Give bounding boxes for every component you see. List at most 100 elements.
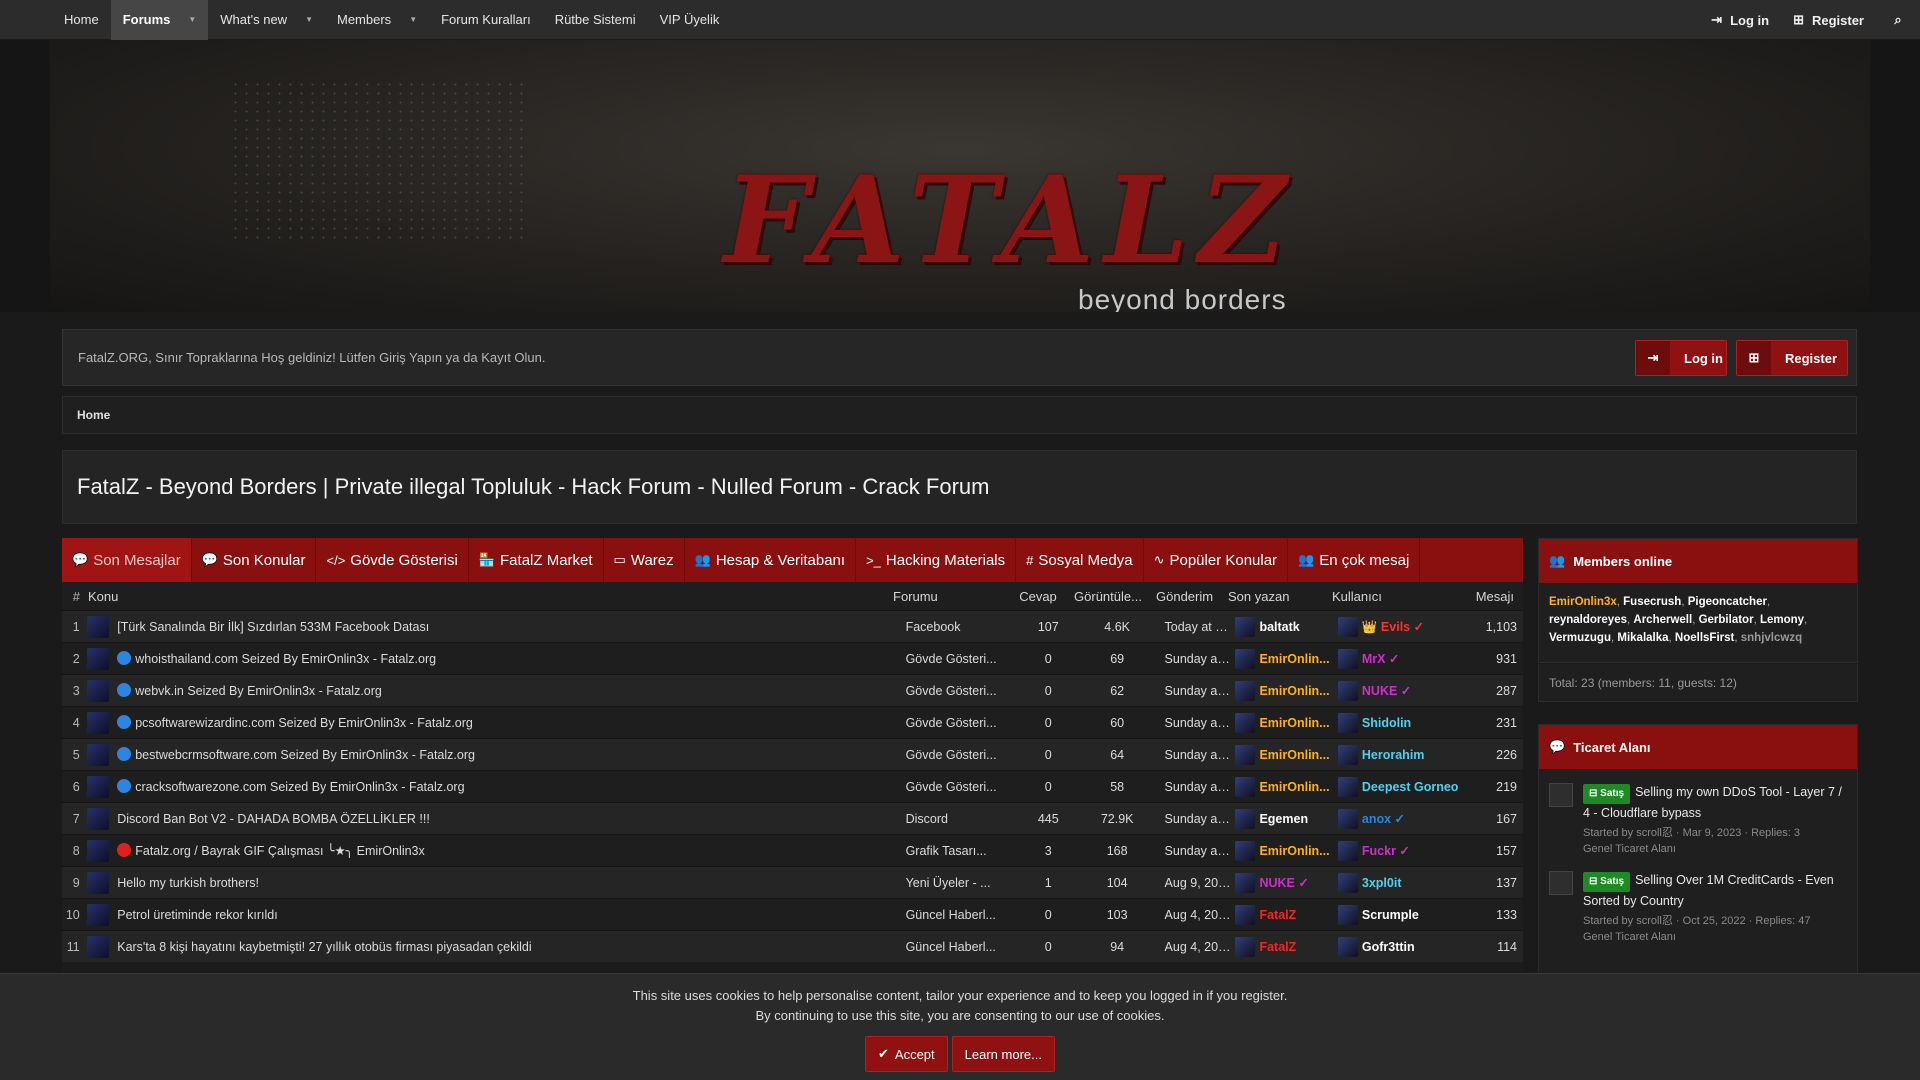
avatar[interactable] bbox=[87, 807, 110, 830]
col-forum[interactable]: Forumu bbox=[888, 589, 1008, 604]
nav-login-button[interactable]: ⇥ Log in bbox=[1699, 0, 1781, 40]
thread-forum[interactable]: Facebook bbox=[901, 620, 1019, 634]
trade-header[interactable]: 💬 Ticaret Alanı bbox=[1539, 725, 1857, 769]
avatar[interactable] bbox=[1235, 648, 1256, 669]
chevron-down-icon[interactable]: ▼ bbox=[188, 15, 196, 24]
avatar[interactable] bbox=[1235, 616, 1256, 637]
nav-item-4[interactable]: Forum Kuralları bbox=[429, 0, 543, 40]
table-row[interactable]: 5 bestwebcrmsoftware.com Seized By EmirOn… bbox=[62, 738, 1523, 770]
member-link[interactable]: EmirOnlin3x bbox=[1549, 596, 1617, 608]
last-poster[interactable]: Egemen bbox=[1231, 808, 1331, 829]
avatar[interactable] bbox=[87, 679, 110, 702]
table-row[interactable]: 3 webvk.in Seized By EmirOnlin3x - Fatalz… bbox=[62, 674, 1523, 706]
thread-title[interactable]: pcsoftwarewizardinc.com Seized By EmirOn… bbox=[113, 715, 900, 730]
nav-register-button[interactable]: ⊞ Register bbox=[1781, 0, 1876, 40]
top-user[interactable]: Shidolin bbox=[1332, 712, 1460, 733]
col-topic[interactable]: Konu bbox=[88, 589, 888, 604]
nav-item-2[interactable]: What's new ▼ bbox=[208, 0, 325, 40]
avatar[interactable] bbox=[1235, 744, 1256, 765]
avatar[interactable] bbox=[1337, 936, 1358, 957]
avatar[interactable] bbox=[1235, 680, 1256, 701]
table-row[interactable]: 9 Hello my turkish brothers! Yeni Üyeler -… bbox=[62, 866, 1523, 898]
thread-title[interactable]: whoisthailand.com Seized By EmirOnlin3x … bbox=[113, 651, 900, 666]
avatar[interactable] bbox=[1337, 872, 1358, 893]
avatar[interactable] bbox=[1235, 872, 1256, 893]
thread-title[interactable]: Fatalz.org / Bayrak GIF Çalışması ╰★╮ Em… bbox=[113, 843, 900, 858]
last-poster[interactable]: EmirOnlin... bbox=[1231, 680, 1331, 701]
tab-3[interactable]: 🏪 FatalZ Market bbox=[469, 538, 604, 582]
table-row[interactable]: 10 Petrol üretiminde rekor kırıldı Güncel … bbox=[62, 898, 1523, 930]
thread-forum[interactable]: Gövde Gösteri... bbox=[901, 780, 1019, 794]
avatar[interactable] bbox=[1337, 712, 1358, 733]
last-poster[interactable]: EmirOnlin... bbox=[1231, 840, 1331, 861]
thread-forum[interactable]: Güncel Haberl... bbox=[901, 908, 1019, 922]
trade-forum[interactable]: Genel Ticaret Alanı bbox=[1583, 841, 1847, 857]
member-link[interactable]: Mikalalka bbox=[1617, 632, 1668, 644]
avatar[interactable] bbox=[87, 647, 110, 670]
table-row[interactable]: 7 Discord Ban Bot V2 - DAHADA BOMBA ÖZELL… bbox=[62, 802, 1523, 834]
table-row[interactable]: 8 Fatalz.org / Bayrak GIF Çalışması ╰★╮ E… bbox=[62, 834, 1523, 866]
avatar[interactable] bbox=[87, 839, 110, 862]
last-poster[interactable]: baltatk bbox=[1231, 616, 1331, 637]
table-row[interactable]: 11 Kars'ta 8 kişi hayatını kaybetmişti! 2… bbox=[62, 930, 1523, 962]
avatar[interactable] bbox=[1235, 840, 1256, 861]
thread-forum[interactable]: Gövde Gösteri... bbox=[901, 684, 1019, 698]
avatar[interactable] bbox=[87, 775, 110, 798]
nav-item-1[interactable]: Forums ▼ bbox=[110, 0, 209, 40]
top-user[interactable]: Gofr3ttin bbox=[1332, 936, 1460, 957]
welcome-register-button[interactable]: ⊞ Register bbox=[1736, 340, 1848, 376]
col-msgs[interactable]: Mesajı bbox=[1456, 589, 1520, 604]
avatar[interactable] bbox=[87, 711, 110, 734]
nav-item-5[interactable]: Rütbe Sistemi bbox=[543, 0, 648, 40]
avatar[interactable] bbox=[1235, 808, 1256, 829]
thread-title[interactable]: Discord Ban Bot V2 - DAHADA BOMBA ÖZELLİ… bbox=[113, 812, 900, 826]
trade-forum[interactable]: Genel Ticaret Alanı bbox=[1583, 929, 1847, 945]
member-link[interactable]: Gerbilator bbox=[1699, 614, 1754, 626]
member-link[interactable]: NoellsFirst bbox=[1675, 632, 1734, 644]
tab-2[interactable]: </> Gövde Gösterisi bbox=[316, 538, 469, 582]
cookie-learn-more-button[interactable]: Learn more... bbox=[951, 1036, 1055, 1072]
top-user[interactable]: NUKE ✓ bbox=[1332, 680, 1460, 701]
tab-1[interactable]: 💬 Son Konular bbox=[192, 538, 317, 582]
members-online-header[interactable]: 👥 Members online bbox=[1539, 539, 1857, 583]
top-user[interactable]: Scrumple bbox=[1332, 904, 1460, 925]
avatar[interactable] bbox=[1235, 904, 1256, 925]
chevron-down-icon[interactable]: ▼ bbox=[409, 15, 417, 24]
thread-title[interactable]: Petrol üretiminde rekor kırıldı bbox=[113, 908, 900, 922]
tab-9[interactable]: 👥 En çok mesaj bbox=[1288, 538, 1421, 582]
trade-title[interactable]: ⊟ Satış Selling Over 1M CreditCards - Eve… bbox=[1583, 871, 1847, 910]
top-user[interactable]: MrX ✓ bbox=[1332, 648, 1460, 669]
thread-forum[interactable]: Discord bbox=[901, 812, 1019, 826]
thread-forum[interactable]: Gövde Gösteri... bbox=[901, 716, 1019, 730]
top-user[interactable]: 👑 Evils ✓ bbox=[1332, 616, 1460, 637]
avatar[interactable] bbox=[1337, 904, 1358, 925]
avatar[interactable] bbox=[1337, 776, 1358, 797]
tab-5[interactable]: 👥 Hesap & Veritabanı bbox=[685, 538, 857, 582]
post-date[interactable]: Sunday at ... bbox=[1157, 844, 1232, 858]
thread-title[interactable]: Kars'ta 8 kişi hayatını kaybetmişti! 27 … bbox=[113, 940, 900, 954]
thread-title[interactable]: cracksoftwarezone.com Seized By EmirOnli… bbox=[113, 779, 900, 794]
avatar[interactable] bbox=[1549, 783, 1573, 807]
top-user[interactable]: Herorahim bbox=[1332, 744, 1460, 765]
thread-forum[interactable]: Güncel Haberl... bbox=[901, 940, 1019, 954]
thread-forum[interactable]: Gövde Gösteri... bbox=[901, 748, 1019, 762]
avatar[interactable] bbox=[87, 935, 110, 958]
avatar[interactable] bbox=[87, 871, 110, 894]
avatar[interactable] bbox=[1549, 871, 1573, 895]
post-date[interactable]: Aug 4, 2023 bbox=[1157, 908, 1232, 922]
member-link[interactable]: Lemony bbox=[1760, 614, 1804, 626]
last-poster[interactable]: EmirOnlin... bbox=[1231, 744, 1331, 765]
top-user[interactable]: Fuckr ✓ bbox=[1332, 840, 1460, 861]
col-last[interactable]: Son yazan bbox=[1224, 589, 1326, 604]
trade-item[interactable]: ⊟ Satış Selling my own DDoS Tool - Layer … bbox=[1539, 769, 1857, 857]
last-poster[interactable]: FatalZ bbox=[1231, 936, 1331, 957]
thread-title[interactable]: bestwebcrmsoftware.com Seized By EmirOnl… bbox=[113, 747, 900, 762]
post-date[interactable]: Sunday at ... bbox=[1157, 652, 1232, 666]
avatar[interactable] bbox=[1337, 680, 1358, 701]
tab-0[interactable]: 💬 Son Mesajlar bbox=[62, 538, 192, 582]
post-date[interactable]: Sunday at ... bbox=[1157, 812, 1232, 826]
tab-6[interactable]: >_ Hacking Materials bbox=[856, 538, 1017, 582]
cookie-accept-button[interactable]: ✔ Accept bbox=[865, 1036, 948, 1072]
thread-title[interactable]: [Türk Sanalında Bir İlk] Sızdırlan 533M … bbox=[113, 620, 900, 634]
top-user[interactable]: anox ✓ bbox=[1332, 808, 1460, 829]
